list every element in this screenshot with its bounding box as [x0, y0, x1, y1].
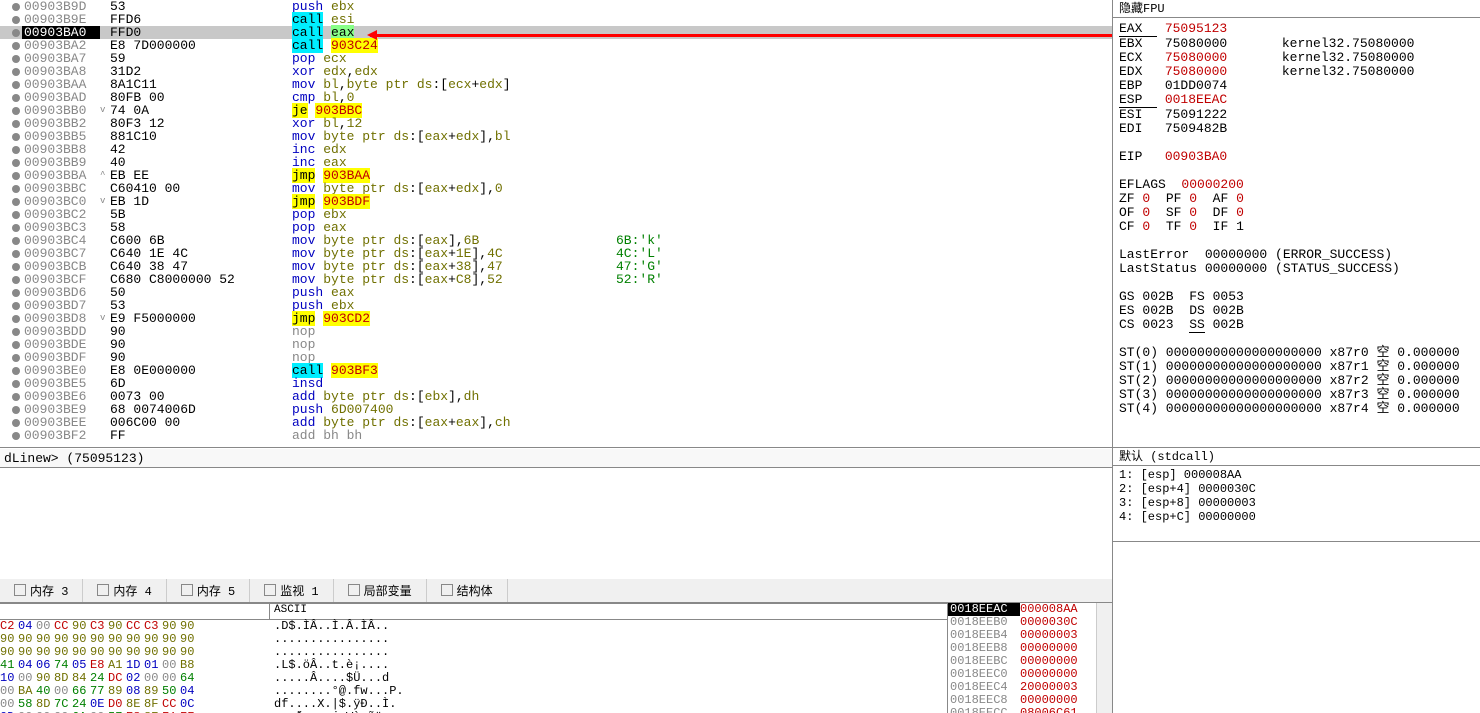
- tab-icon: [264, 584, 276, 596]
- tab-内存 4[interactable]: 内存 4: [83, 579, 166, 602]
- tab-icon: [97, 584, 109, 596]
- dump-row[interactable]: 41 04 06 74 05 E8 A1 1D 01 00 B8 .L$.öÂ.…: [0, 659, 947, 672]
- disasm-row[interactable]: 00903BDD90nop: [0, 325, 1112, 338]
- stack-row[interactable]: 0018EEC800000000: [948, 694, 1096, 707]
- stack-row[interactable]: 0018EEC000000000: [948, 668, 1096, 681]
- stack-row[interactable]: 0018EEBC00000000: [948, 655, 1096, 668]
- stack-row[interactable]: 0018EEAC000008AA: [948, 603, 1096, 616]
- tab-内存 3[interactable]: 内存 3: [0, 579, 83, 602]
- dump-row[interactable]: 90 90 90 90 90 90 90 90 90 90 90 .......…: [0, 633, 947, 646]
- disasm-row[interactable]: 00903BD650push eax: [0, 286, 1112, 299]
- dump-row[interactable]: 00 58 8D 7C 24 0E D0 8E 8F CC 0C df....X…: [0, 698, 947, 711]
- disasm-row[interactable]: 00903BB5881C10mov byte ptr ds:[eax+edx],…: [0, 130, 1112, 143]
- tab-结构体[interactable]: 结构体: [427, 579, 508, 602]
- fpu-toggle[interactable]: 隐藏FPU: [1113, 0, 1480, 18]
- eip-arrow: [370, 34, 1112, 37]
- disasm-row[interactable]: 00903BBCC60410 00mov byte ptr ds:[eax+ed…: [0, 182, 1112, 195]
- tab-监视 1[interactable]: 监视 1: [250, 579, 333, 602]
- disasm-row[interactable]: 00903BF2FFadd bh bh: [0, 429, 1112, 442]
- stack-args[interactable]: 1: [esp] 000008AA2: [esp+4] 0000030C3: […: [1113, 466, 1480, 542]
- disasm-row[interactable]: 00903BB940inc eax: [0, 156, 1112, 169]
- tab-内存 5[interactable]: 内存 5: [167, 579, 250, 602]
- disasm-row[interactable]: 00903B9EFFD6call esi: [0, 13, 1112, 26]
- stack-row[interactable]: 0018EEB800000000: [948, 642, 1096, 655]
- disasm-row[interactable]: 00903BA831D2xor edx,edx: [0, 65, 1112, 78]
- stack-row[interactable]: 0018EEB00000030C: [948, 616, 1096, 629]
- tab-icon: [14, 584, 26, 596]
- stack-row[interactable]: 0018EEB400000003: [948, 629, 1096, 642]
- dump-row[interactable]: 10 00 90 8D 84 24 DC 02 00 00 64 .....Â.…: [0, 672, 947, 685]
- disasm-row[interactable]: 00903BE56Dinsd: [0, 377, 1112, 390]
- dump-row[interactable]: 90 90 90 90 90 90 90 90 90 90 90 .......…: [0, 646, 947, 659]
- disasm-row[interactable]: 00903BA2E8 7D000000call 903C24: [0, 39, 1112, 52]
- ascii-header: ASCII: [270, 604, 947, 619]
- stack-row[interactable]: 0018EECC08006C61: [948, 707, 1096, 713]
- disasm-row[interactable]: 00903B9D53push ebx: [0, 0, 1112, 13]
- disasm-row[interactable]: 00903BEE006C00 00add byte ptr ds:[eax+ea…: [0, 416, 1112, 429]
- disassembly-view[interactable]: 00903B9D53push ebx00903B9EFFD6call esi 00…: [0, 0, 1112, 448]
- stack-row[interactable]: 0018EEC420000003: [948, 681, 1096, 694]
- disasm-row[interactable]: 00903BC25Bpop ebx: [0, 208, 1112, 221]
- stack-view[interactable]: 0018EEAC000008AA0018EEB00000030C0018EEB4…: [948, 603, 1096, 713]
- disasm-row[interactable]: 00903BC358pop eax: [0, 221, 1112, 234]
- disasm-row[interactable]: 00903BAA8A1C11mov bl,byte ptr ds:[ecx+ed…: [0, 78, 1112, 91]
- memory-dump[interactable]: ASCII C2 04 00 CC 90 C3 90 CC C3 90 90 .…: [0, 603, 948, 713]
- disasm-row[interactable]: 00903BD8vE9 F5000000jmp 903CD2: [0, 312, 1112, 325]
- disasm-row[interactable]: 00903BCFC680 C8000000 52mov byte ptr ds:…: [0, 273, 1112, 286]
- disasm-row[interactable]: 00903BB842inc edx: [0, 143, 1112, 156]
- dump-row[interactable]: 00 BA 40 00 66 77 89 08 89 50 04 .......…: [0, 685, 947, 698]
- disasm-row[interactable]: 00903BAD80FB 00cmp bl,0: [0, 91, 1112, 104]
- tab-icon: [181, 584, 193, 596]
- tab-icon: [348, 584, 360, 596]
- dump-row[interactable]: C2 04 00 CC 90 C3 90 CC C3 90 90 .D$.ÌÂ.…: [0, 620, 947, 633]
- callconv-label: 默认 (stdcall): [1113, 448, 1480, 466]
- disasm-row[interactable]: 00903BDE90nop: [0, 338, 1112, 351]
- tab-局部变量[interactable]: 局部变量: [334, 579, 427, 602]
- disasm-row[interactable]: 00903BE0E8 0E000000call 903BF3: [0, 364, 1112, 377]
- scrollbar[interactable]: [1096, 603, 1112, 713]
- disasm-row[interactable]: 00903BA759pop ecx: [0, 52, 1112, 65]
- info-bar: dLinew> (75095123): [0, 448, 1112, 468]
- disasm-row[interactable]: 00903BB280F3 12xor bl,12: [0, 117, 1112, 130]
- tab-icon: [441, 584, 453, 596]
- disasm-row[interactable]: 00903BB0v74 0Aje 903BBC: [0, 104, 1112, 117]
- bottom-tabs: 内存 3内存 4内存 5监视 1局部变量结构体: [0, 579, 1112, 603]
- disasm-row[interactable]: 00903BC0vEB 1Djmp 903BDF: [0, 195, 1112, 208]
- registers-view[interactable]: EAX 75095123 EBX 75080000 kernel32.75080…: [1113, 18, 1480, 448]
